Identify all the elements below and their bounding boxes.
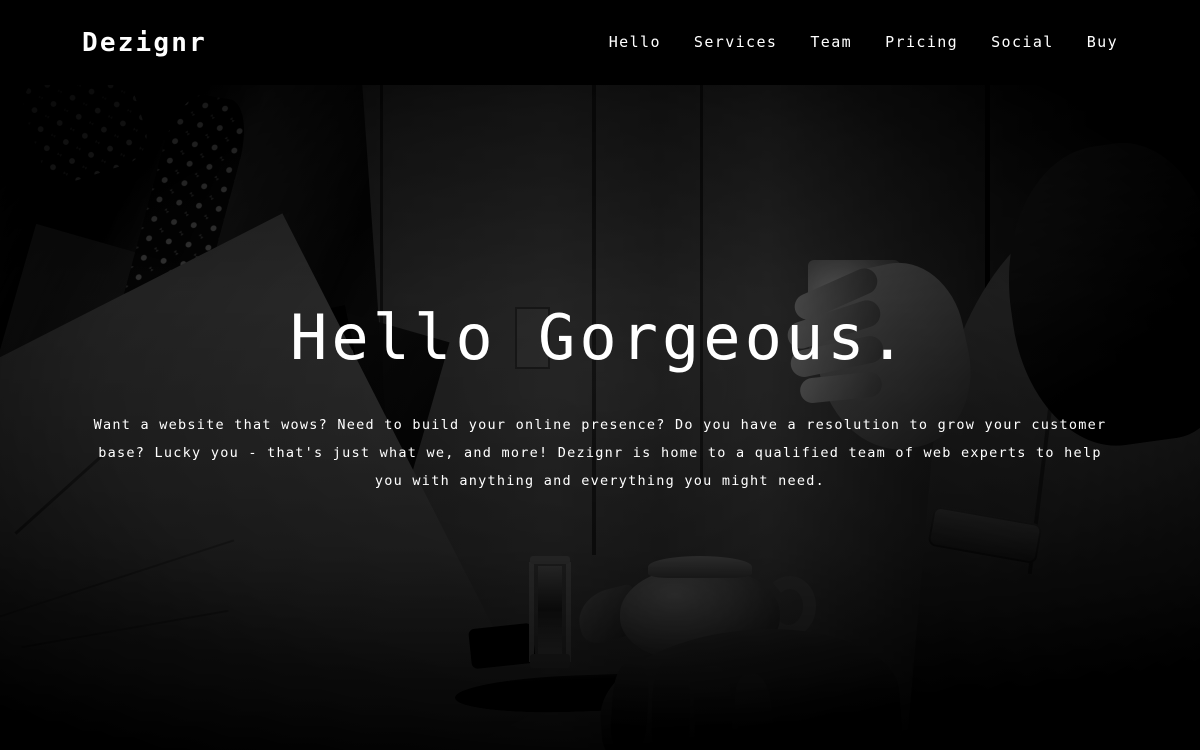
brand-logo[interactable]: Dezignr — [82, 30, 207, 56]
hero-background-photo — [0, 85, 1200, 750]
nav-item-social[interactable]: Social — [991, 27, 1054, 58]
nav-item-pricing[interactable]: Pricing — [885, 27, 958, 58]
nav-item-team[interactable]: Team — [810, 27, 852, 58]
nav-item-buy[interactable]: Buy — [1087, 27, 1118, 58]
main-navigation: Hello Services Team Pricing Social Buy — [609, 27, 1118, 58]
site-header: Dezignr Hello Services Team Pricing Soci… — [0, 0, 1200, 85]
landing-page: Dezignr Hello Services Team Pricing Soci… — [0, 0, 1200, 750]
photo-dark-overlay — [0, 85, 1200, 750]
nav-item-hello[interactable]: Hello — [609, 27, 661, 58]
hero-section: Hello Gorgeous. Want a website that wows… — [0, 85, 1200, 750]
nav-item-services[interactable]: Services — [694, 27, 777, 58]
